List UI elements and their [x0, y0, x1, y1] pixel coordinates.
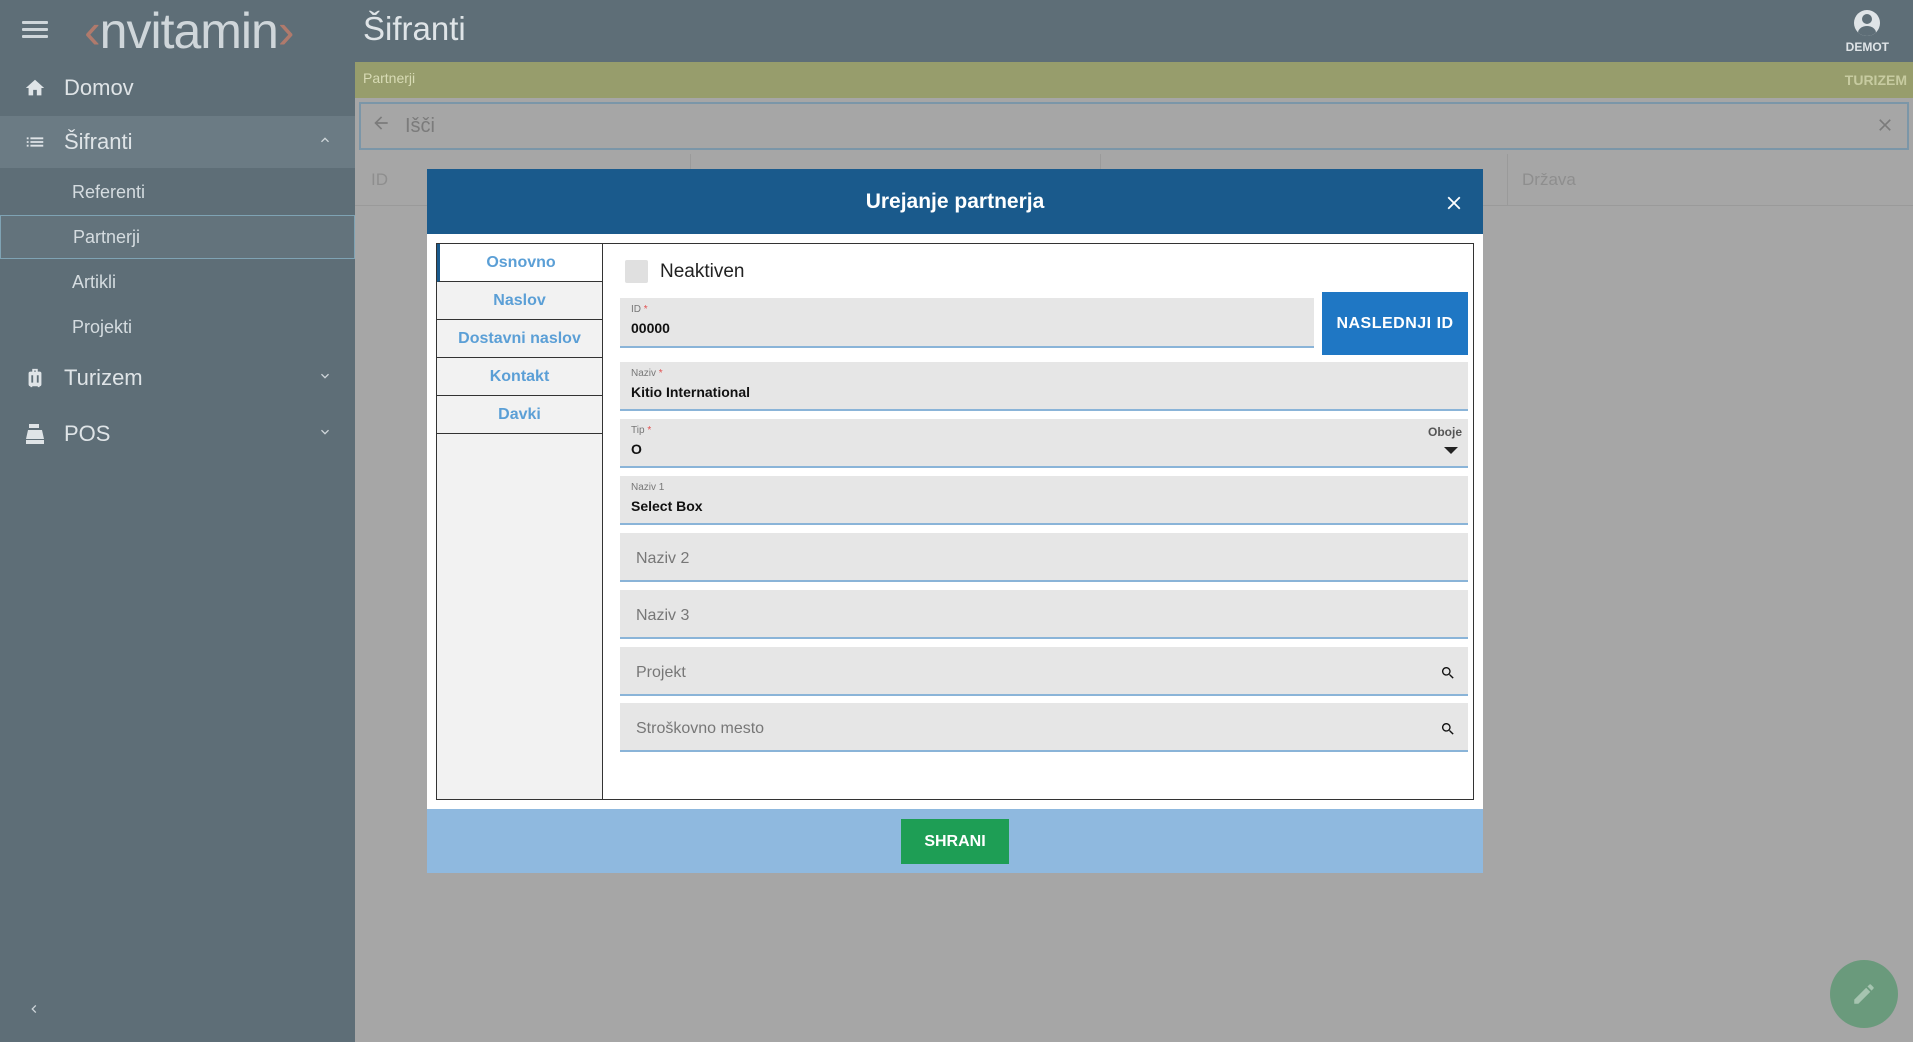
tab-kontakt[interactable]: Kontakt — [437, 358, 602, 396]
close-icon[interactable] — [1875, 111, 1895, 142]
chevron-down-icon — [317, 368, 333, 389]
field-placeholder: Projekt — [636, 664, 686, 681]
user-name: DEMOT — [1845, 40, 1889, 54]
search-input[interactable] — [403, 113, 1875, 139]
sidebar: Domov Šifranti Referenti Partnerji Artik… — [0, 62, 355, 1042]
search-bar — [359, 102, 1909, 150]
naziv-value: Kitio International — [631, 384, 750, 400]
breadcrumb-current[interactable]: Partnerji — [363, 70, 415, 86]
pencil-icon — [1854, 984, 1874, 1004]
sidebar-item-label: Turizem — [64, 365, 143, 390]
naziv3-field[interactable]: Naziv 3 — [620, 590, 1468, 639]
dialog-body: Osnovno Naslov Dostavni naslov Kontakt D… — [436, 243, 1474, 800]
column-divider — [1507, 154, 1508, 206]
dropdown-arrow-icon[interactable] — [1444, 447, 1458, 454]
field-label: ID — [631, 304, 641, 315]
dialog-header: Urejanje partnerja — [427, 169, 1483, 234]
sidebar-subitem-projekti[interactable]: Projekti — [0, 305, 355, 349]
sidebar-subitem-partnerji[interactable]: Partnerji — [0, 215, 355, 259]
account-icon — [1854, 10, 1881, 36]
inactive-label: Neaktiven — [660, 260, 745, 282]
luggage-icon — [22, 365, 48, 391]
top-bar: ‹nvitamin› Šifranti DEMOT — [0, 0, 1913, 62]
user-menu[interactable]: DEMOT — [1846, 10, 1889, 54]
field-placeholder: Naziv 3 — [636, 607, 690, 624]
sidebar-item-turizem[interactable]: Turizem — [0, 352, 355, 404]
home-icon — [22, 75, 48, 101]
projekt-field[interactable]: Projekt — [620, 647, 1468, 696]
inactive-checkbox-row: Neaktiven — [625, 260, 745, 283]
field-placeholder: Naziv 2 — [636, 550, 690, 567]
tab-davki[interactable]: Davki — [437, 396, 602, 434]
edit-partner-dialog: Urejanje partnerja Osnovno Naslov Dostav… — [427, 169, 1483, 873]
edit-fab-button[interactable] — [1830, 960, 1898, 1028]
naziv2-field[interactable]: Naziv 2 — [620, 533, 1468, 582]
chevron-up-icon — [317, 132, 333, 153]
app-logo[interactable]: ‹nvitamin› — [84, 2, 294, 60]
page-title: Šifranti — [363, 10, 466, 47]
inactive-checkbox[interactable] — [625, 260, 648, 283]
id-value: 00000 — [631, 320, 670, 336]
tab-osnovno[interactable]: Osnovno — [437, 244, 602, 282]
id-field[interactable]: ID * 00000 — [620, 298, 1314, 348]
hamburger-menu-icon[interactable] — [22, 17, 48, 43]
sidebar-item-label: Domov — [64, 75, 134, 100]
close-icon[interactable] — [1443, 169, 1465, 234]
chevron-down-icon — [317, 424, 333, 445]
cash-register-icon — [22, 421, 48, 447]
search-icon[interactable] — [1440, 721, 1456, 742]
tip-description: Oboje — [1427, 425, 1462, 439]
sidebar-item-domov[interactable]: Domov — [0, 62, 355, 114]
tip-value: O — [631, 441, 642, 457]
arrow-back-icon[interactable] — [371, 112, 391, 140]
tab-naslov[interactable]: Naslov — [437, 282, 602, 320]
field-label: Naziv 1 — [631, 482, 665, 493]
breadcrumb: Partnerji TURIZEM — [355, 62, 1913, 98]
module-label: TURIZEM — [1844, 72, 1907, 88]
dialog-title: Urejanje partnerja — [865, 190, 1045, 213]
dialog-footer: SHRANI — [427, 809, 1483, 873]
column-header-id[interactable]: ID — [371, 170, 388, 190]
field-placeholder: Stroškovno mesto — [636, 720, 765, 737]
field-label: Tip — [631, 425, 645, 436]
naziv1-field[interactable]: Naziv 1 Select Box — [620, 476, 1468, 525]
tab-dostavni-naslov[interactable]: Dostavni naslov — [437, 320, 602, 358]
sidebar-item-label: Šifranti — [64, 129, 133, 154]
sidebar-subitem-referenti[interactable]: Referenti — [0, 170, 355, 214]
search-icon[interactable] — [1440, 665, 1456, 686]
cost-center-field[interactable]: Stroškovno mesto — [620, 703, 1468, 752]
collapse-sidebar-icon[interactable] — [26, 996, 42, 1024]
naziv1-value: Select Box — [631, 498, 703, 514]
save-button[interactable]: SHRANI — [901, 819, 1009, 864]
sidebar-item-sifranti[interactable]: Šifranti — [0, 116, 355, 168]
list-icon — [22, 129, 48, 155]
next-id-button[interactable]: NASLEDNJI ID — [1322, 292, 1468, 355]
field-label: Naziv — [631, 368, 657, 379]
sidebar-item-label: POS — [64, 421, 111, 446]
sidebar-item-pos[interactable]: POS — [0, 408, 355, 460]
tip-select[interactable]: Tip * O Oboje — [620, 419, 1468, 468]
dialog-tabs: Osnovno Naslov Dostavni naslov Kontakt D… — [437, 244, 603, 799]
naziv-field[interactable]: Naziv * Kitio International — [620, 362, 1468, 411]
sidebar-subitem-artikli[interactable]: Artikli — [0, 260, 355, 304]
partner-form: Neaktiven ID * 00000 NASLEDNJI ID Naziv … — [612, 244, 1468, 799]
column-header-drzava[interactable]: Država — [1522, 170, 1576, 190]
